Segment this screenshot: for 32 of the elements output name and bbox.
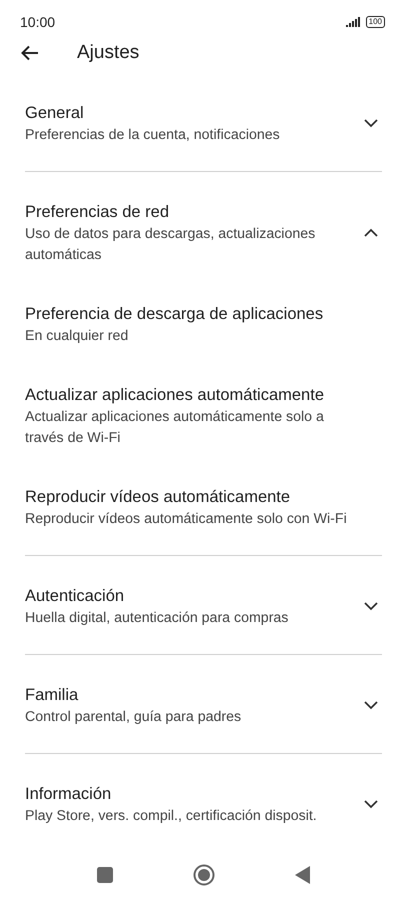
settings-item[interactable]: Actualizar aplicaciones automáticamente Actualizar aplicaciones automáticamente solo a través de Wi-Fi [25,382,382,449]
page-title: Ajustes [77,42,140,64]
settings-section-header[interactable]: Información Play Store, vers. compil., certificación disposit. [25,782,382,827]
section-title: Autenticación [25,586,126,607]
section-subtitle: Play Store, vers. compil., certificación disposit. [25,806,318,826]
item-subtitle: En cualquier red [25,326,130,346]
section-title: General [25,102,85,124]
settings-section-header[interactable]: Familia Control parental, guía para padres [25,682,382,728]
settings-section-header[interactable]: General Preferencias de la cuenta, notificaciones [25,100,382,146]
section-title: Preferencias de red [25,202,170,223]
section-title: Información [25,784,112,805]
settings-item[interactable]: Preferencia de descarga de aplicaciones En cualquier red [25,302,382,347]
item-title: Reproducir vídeos automáticamente [25,486,292,508]
section-subtitle: Uso de datos para descargas, actualizaciones automáticas [25,224,316,265]
section-title: Familia [25,684,80,706]
battery-indicator: 100 [366,16,385,28]
section-subtitle: Preferencias de la cuenta, notificaciones [25,126,281,145]
settings-section-header[interactable]: Preferencias de red Uso de datos para descargas, actualizaciones automáticas [25,200,382,266]
settings-item[interactable]: Reproducir vídeos automáticamente Reproducir vídeos automáticamente solo con Wi-Fi [25,484,382,530]
back-icon[interactable] [295,866,310,884]
item-subtitle: Reproducir vídeos automáticamente solo con Wi-Fi [25,510,348,529]
section-subtitle: Control parental, guía para padres [25,708,242,727]
back-arrow-icon[interactable] [21,44,39,61]
item-subtitle: Actualizar aplicaciones automáticamente solo a través de Wi-Fi [25,408,325,448]
settings-section-header[interactable]: Autenticación Huella digital, autenticación para compras [25,584,382,629]
signal-icon [346,17,361,28]
section-subtitle: Huella digital, autenticación para compras [25,608,290,628]
item-title: Preferencia de descarga de aplicaciones [25,304,324,325]
clock: 10:00 [20,14,56,30]
home-icon[interactable] [193,864,215,886]
item-title: Actualizar aplicaciones automáticamente [25,384,325,406]
recent-apps-icon[interactable] [97,866,113,883]
